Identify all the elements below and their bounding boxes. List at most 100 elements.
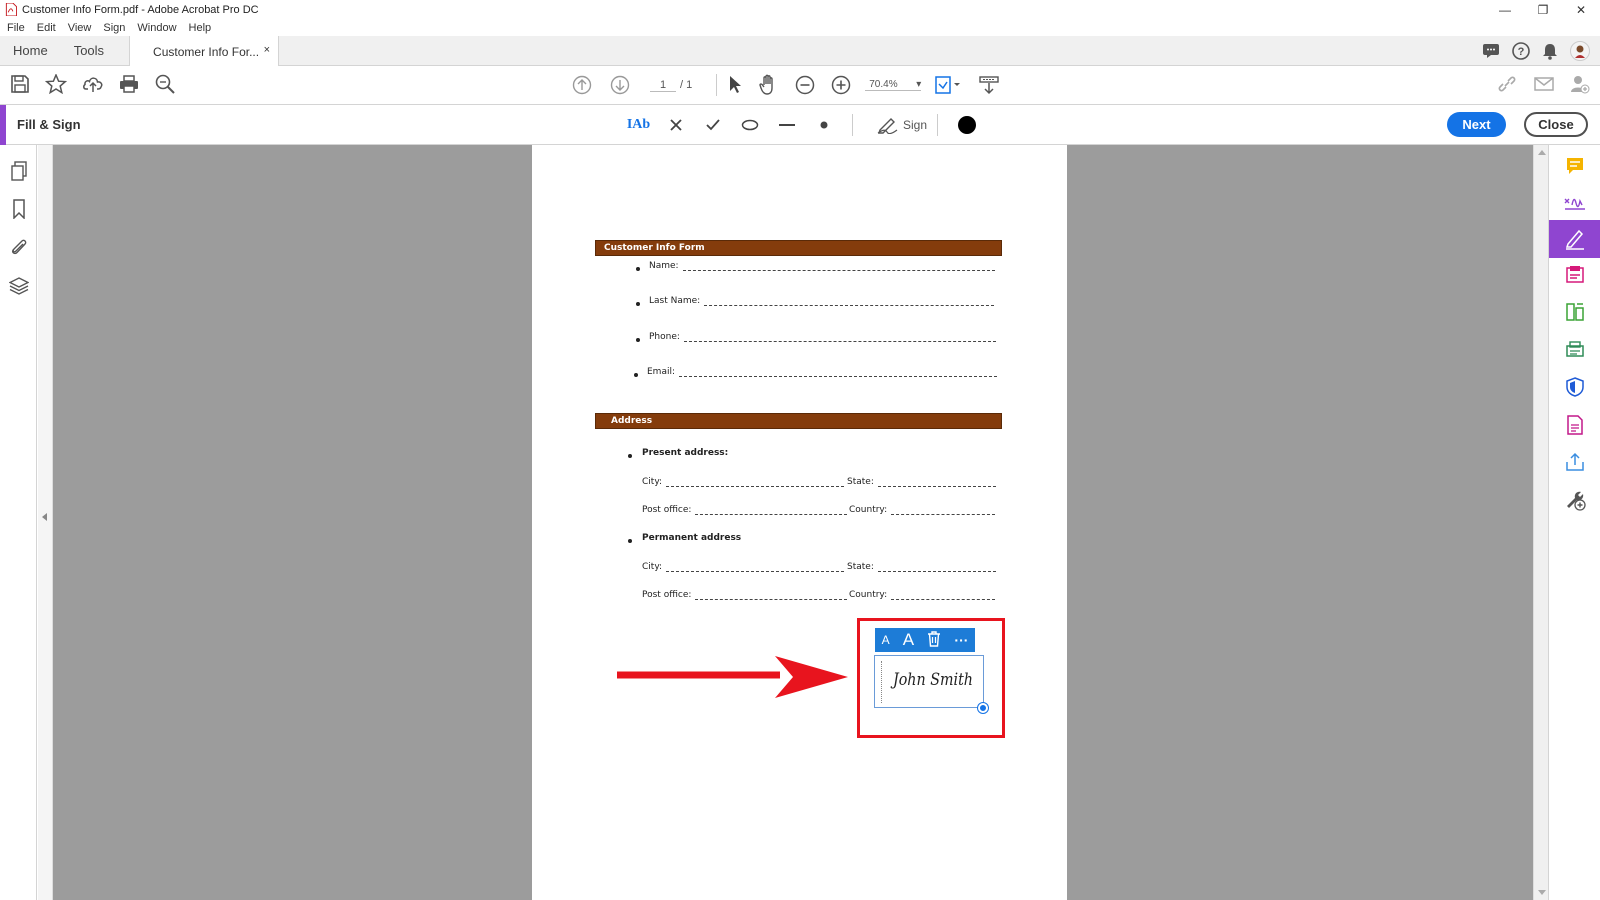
present-address-heading: Present address: [642,448,729,458]
menu-view[interactable]: View [68,22,92,34]
select-cursor-icon[interactable] [727,75,743,95]
window-close-button[interactable]: ✕ [1562,0,1600,19]
tab-document[interactable]: Customer Info For... × [129,36,280,67]
fill-line [877,565,996,572]
zoom-out-icon[interactable] [795,75,815,95]
form-field-post-office-permanent[interactable]: Post office: [642,590,848,600]
menu-file[interactable]: File [7,22,25,34]
hand-tool-icon[interactable] [759,74,779,96]
page-number-input[interactable]: 1 [650,79,676,92]
next-page-icon[interactable] [610,75,630,95]
tab-close-icon[interactable]: × [264,44,270,56]
fill-line [695,593,848,600]
ellipse-icon [741,119,758,131]
form-field-state-present[interactable]: State: [847,477,996,487]
field-label-city: City: [642,562,663,572]
page-thumbnails-icon[interactable] [9,161,29,181]
dot-tool[interactable] [805,113,842,137]
page-display-icon[interactable] [935,75,961,95]
increase-size-button[interactable]: A [903,630,914,650]
form-field-country-permanent[interactable]: Country: [849,590,996,600]
field-label-state: State: [847,562,874,572]
form-field-state-permanent[interactable]: State: [847,562,996,572]
form-field-city-present[interactable]: City: [642,477,845,487]
menu-bar: File Edit View Sign Window Help [0,19,1600,36]
previous-page-icon[interactable] [572,75,592,95]
restore-button[interactable]: ❐ [1524,0,1562,19]
scroll-up-arrow-icon[interactable] [1538,150,1546,155]
tab-home[interactable]: Home [0,36,61,65]
bullet [628,454,632,458]
fill-line [666,480,845,487]
menu-sign[interactable]: Sign [103,22,125,34]
add-text-tool[interactable]: IAb [620,113,657,137]
comment-bubble-icon[interactable] [1482,43,1500,59]
bookmark-star-icon[interactable] [45,74,67,94]
sign-button[interactable]: Sign [877,116,927,134]
print-icon[interactable] [119,74,139,94]
form-field-country-present[interactable]: Country: [849,505,996,515]
create-pdf-icon[interactable] [1563,413,1587,437]
section-header-customer-info: Customer Info Form [595,240,1002,256]
resize-handle[interactable] [978,703,988,713]
more-options-button[interactable]: ··· [954,632,968,648]
left-pane-toggle[interactable] [38,145,53,900]
color-picker[interactable] [948,113,985,137]
cloud-upload-icon[interactable] [82,74,104,94]
zoom-in-icon[interactable] [831,75,851,95]
bookmark-icon[interactable] [9,199,29,219]
line-tool[interactable] [768,113,805,137]
window-title: Customer Info Form.pdf - Adobe Acrobat P… [22,3,259,16]
menu-window[interactable]: Window [137,22,176,34]
vertical-scrollbar[interactable] [1533,145,1548,900]
field-label-country: Country: [849,505,888,515]
form-field-phone[interactable]: Phone: [649,332,996,342]
form-field-post-office-present[interactable]: Post office: [642,505,848,515]
close-button[interactable]: Close [1524,112,1588,137]
form-field-city-permanent[interactable]: City: [642,562,845,572]
zoom-level-select[interactable]: 70.4% ▾ [865,79,922,91]
signature-field[interactable]: John Smith [874,655,984,708]
pdf-page[interactable]: Customer Info Form Name: Last Name: Phon… [532,145,1067,900]
form-field-last-name[interactable]: Last Name: [649,296,995,306]
request-signature-icon[interactable] [1563,227,1587,251]
cross-mark-tool[interactable] [657,113,694,137]
user-avatar[interactable] [1570,41,1590,61]
form-field-email[interactable]: Email: [647,367,998,377]
minimize-button[interactable]: — [1486,0,1524,19]
ellipse-tool[interactable] [731,113,768,137]
zoom-search-icon[interactable] [154,74,176,94]
more-tools-icon[interactable] [1563,488,1587,512]
fill-sign-tool-icon[interactable] [1563,191,1587,215]
layers-icon[interactable] [9,276,29,296]
menu-help[interactable]: Help [189,22,212,34]
tab-tools[interactable]: Tools [61,36,117,65]
decrease-size-button[interactable]: A [882,633,890,647]
text-tool-icon: IAb [626,117,651,132]
edit-pdf-icon[interactable] [1563,263,1587,287]
title-bar: Customer Info Form.pdf - Adobe Acrobat P… [0,0,1600,19]
help-icon[interactable]: ? [1512,42,1530,60]
attachment-paperclip-icon[interactable] [9,237,29,257]
menu-edit[interactable]: Edit [37,22,56,34]
comment-tool-icon[interactable] [1563,154,1587,178]
line-icon [778,124,795,126]
save-icon[interactable] [10,74,30,94]
notification-bell-icon[interactable] [1542,43,1558,60]
field-label-name: Name: [649,261,679,271]
share-upload-icon[interactable] [1563,450,1587,474]
protect-shield-icon[interactable] [1563,375,1587,399]
export-pdf-icon[interactable] [1563,338,1587,362]
fill-line [877,480,996,487]
email-icon[interactable] [1534,74,1554,94]
form-field-name[interactable]: Name: [649,261,995,271]
chevron-down-icon: ▾ [916,79,922,90]
scroll-down-arrow-icon[interactable] [1538,890,1546,895]
read-mode-icon[interactable] [979,75,999,95]
delete-trash-icon[interactable] [927,630,941,650]
next-button[interactable]: Next [1447,112,1506,137]
organize-pages-icon[interactable] [1563,300,1587,324]
add-user-icon[interactable] [1570,74,1590,94]
link-icon[interactable] [1496,74,1518,94]
check-mark-tool[interactable] [694,113,731,137]
